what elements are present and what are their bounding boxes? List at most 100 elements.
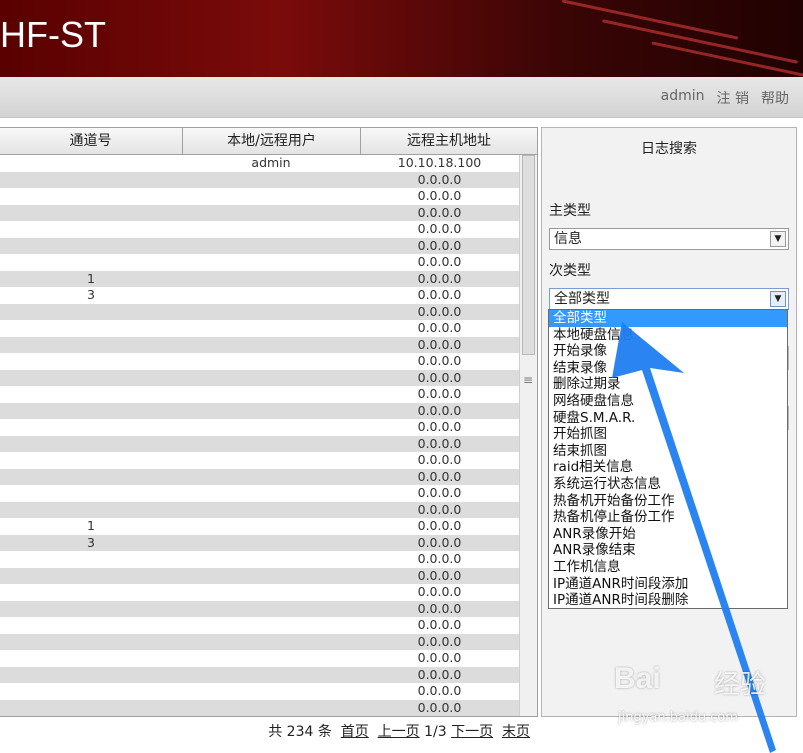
table-row[interactable]: 0.0.0.0 bbox=[0, 303, 519, 320]
table-row[interactable]: 0.0.0.0 bbox=[0, 254, 519, 271]
table-row[interactable]: 0.0.0.0 bbox=[0, 584, 519, 601]
cell-address: 0.0.0.0 bbox=[417, 237, 462, 253]
dropdown-option[interactable]: 网络硬盘信息 bbox=[549, 393, 787, 410]
watermark: Bai 经验 jingyan.baidu.com bbox=[614, 658, 794, 744]
cell-address: 0.0.0.0 bbox=[417, 501, 462, 517]
watermark-brand: Bai bbox=[614, 662, 661, 695]
cell-address: 0.0.0.0 bbox=[417, 320, 462, 335]
table-row[interactable]: 0.0.0.0 bbox=[0, 567, 519, 584]
table-row[interactable]: admin 10.10.18.100 bbox=[0, 155, 519, 172]
dropdown-option[interactable]: 热备机停止备份工作 bbox=[549, 509, 787, 526]
dropdown-option[interactable]: 删除过期录 bbox=[549, 376, 787, 393]
main-type-label: 主类型 bbox=[549, 203, 591, 219]
table-row[interactable]: 0.0.0.0 bbox=[0, 336, 519, 353]
last-page-link[interactable]: 末页 bbox=[502, 724, 530, 740]
cell-address: 0.0.0.0 bbox=[417, 633, 462, 649]
first-page-link[interactable]: 首页 bbox=[341, 724, 369, 740]
cell-channel: 3 bbox=[87, 287, 95, 302]
scrollbar-thumb[interactable] bbox=[522, 155, 535, 355]
table-row[interactable]: 3 0.0.0.0 bbox=[0, 287, 519, 304]
table-row[interactable]: 0.0.0.0 bbox=[0, 650, 519, 667]
top-nav-bar: admin 注 销 帮助 bbox=[0, 77, 803, 118]
table-row[interactable]: 0.0.0.0 bbox=[0, 666, 519, 683]
dropdown-option[interactable]: IP通道ANR时间段添加 bbox=[549, 576, 787, 593]
cell-address: 0.0.0.0 bbox=[417, 485, 462, 500]
current-user: admin bbox=[660, 88, 705, 104]
table-row[interactable]: 0.0.0.0 bbox=[0, 435, 519, 452]
pagination: 共 234 条 首页 上一页 1/3 下一页 末页 bbox=[0, 721, 538, 743]
cell-address: 10.10.18.100 bbox=[397, 155, 482, 170]
table-row[interactable]: 0.0.0.0 bbox=[0, 633, 519, 650]
table-row[interactable]: 0.0.0.0 bbox=[0, 501, 519, 518]
cell-address: 0.0.0.0 bbox=[417, 468, 462, 484]
table-row[interactable]: 0.0.0.0 bbox=[0, 369, 519, 386]
cell-address: 0.0.0.0 bbox=[417, 699, 462, 715]
dropdown-option[interactable]: IP通道ANR时间段删除 bbox=[549, 592, 787, 609]
table-row[interactable]: 0.0.0.0 bbox=[0, 204, 519, 221]
table-row[interactable]: 0.0.0.0 bbox=[0, 386, 519, 403]
cell-address: 0.0.0.0 bbox=[417, 551, 462, 566]
cell-address: 0.0.0.0 bbox=[417, 567, 462, 583]
column-header-user: 本地/远程用户 bbox=[182, 128, 360, 154]
cell-address: 0.0.0.0 bbox=[417, 221, 462, 236]
table-row[interactable]: 0.0.0.0 bbox=[0, 188, 519, 205]
table-row[interactable]: 0.0.0.0 bbox=[0, 551, 519, 568]
chevron-down-icon[interactable]: ▼ bbox=[770, 231, 786, 247]
chevron-down-icon[interactable]: ▼ bbox=[770, 291, 786, 307]
cell-address: 0.0.0.0 bbox=[417, 254, 462, 269]
table-header: 通道号 本地/远程用户 远程主机地址 bbox=[0, 128, 537, 155]
table-row[interactable]: 0.0.0.0 bbox=[0, 699, 519, 716]
cell-address: 0.0.0.0 bbox=[417, 402, 462, 418]
cell-address: 0.0.0.0 bbox=[417, 303, 462, 319]
table-row[interactable]: 0.0.0.0 bbox=[0, 683, 519, 700]
table-row[interactable]: 0.0.0.0 bbox=[0, 485, 519, 502]
dropdown-option[interactable]: 热备机开始备份工作 bbox=[549, 493, 787, 510]
cell-address: 0.0.0.0 bbox=[417, 435, 462, 451]
table-row[interactable]: 0.0.0.0 bbox=[0, 419, 519, 436]
help-link[interactable]: 帮助 bbox=[761, 88, 789, 108]
table-row[interactable]: 3 0.0.0.0 bbox=[0, 534, 519, 551]
table-row[interactable]: 0.0.0.0 bbox=[0, 452, 519, 469]
prev-page-link[interactable]: 上一页 bbox=[378, 724, 420, 740]
dropdown-option[interactable]: 开始抓图 bbox=[549, 426, 787, 443]
table-row[interactable]: 0.0.0.0 bbox=[0, 221, 519, 238]
table-row[interactable]: 0.0.0.0 bbox=[0, 402, 519, 419]
next-page-link[interactable]: 下一页 bbox=[451, 724, 493, 740]
cell-address: 0.0.0.0 bbox=[417, 534, 462, 550]
cell-address: 0.0.0.0 bbox=[417, 204, 462, 220]
table-row[interactable]: 0.0.0.0 bbox=[0, 320, 519, 337]
cell-channel: 1 bbox=[87, 518, 95, 533]
dropdown-option[interactable]: 全部类型 bbox=[549, 310, 787, 327]
table-row[interactable]: 0.0.0.0 bbox=[0, 171, 519, 188]
watermark-text: 经验 bbox=[714, 670, 767, 700]
table-row[interactable]: 1 0.0.0.0 bbox=[0, 270, 519, 287]
table-row[interactable]: 0.0.0.0 bbox=[0, 617, 519, 634]
sub-type-select[interactable]: 全部类型 ▼ bbox=[549, 288, 789, 310]
dropdown-option[interactable]: raid相关信息 bbox=[549, 459, 787, 476]
sub-type-dropdown-list[interactable]: 全部类型 本地硬盘信息 开始录像 结束录像 删除过期录 网络硬盘信息 硬盘S.M.A.R. 开… bbox=[548, 309, 788, 609]
log-table: 通道号 本地/远程用户 远程主机地址 admin 10.10.18.100 0.0.… bbox=[0, 127, 538, 717]
banner-decoration bbox=[561, 0, 739, 40]
page-indicator: 1/3 bbox=[424, 724, 447, 740]
table-row[interactable]: 0.0.0.0 bbox=[0, 237, 519, 254]
dropdown-option[interactable]: 本地硬盘信息 bbox=[549, 327, 787, 344]
dropdown-option[interactable]: ANR录像结束 bbox=[549, 542, 787, 559]
table-row[interactable]: 0.0.0.0 bbox=[0, 468, 519, 485]
dropdown-option[interactable]: ANR录像开始 bbox=[549, 526, 787, 543]
dropdown-option[interactable]: 结束录像 bbox=[549, 360, 787, 377]
table-scrollbar[interactable] bbox=[519, 155, 537, 716]
table-row[interactable]: 0.0.0.0 bbox=[0, 600, 519, 617]
main-type-select[interactable]: 信息 ▼ bbox=[549, 228, 789, 250]
table-row[interactable]: 1 0.0.0.0 bbox=[0, 518, 519, 535]
cell-address: 0.0.0.0 bbox=[417, 452, 462, 467]
dropdown-option[interactable]: 工作机信息 bbox=[549, 559, 787, 576]
dropdown-option[interactable]: 开始录像 bbox=[549, 343, 787, 360]
table-row[interactable]: 0.0.0.0 bbox=[0, 353, 519, 370]
column-header-address: 远程主机地址 bbox=[360, 128, 537, 154]
cell-address: 0.0.0.0 bbox=[417, 683, 462, 698]
dropdown-option[interactable]: 系统运行状态信息 bbox=[549, 476, 787, 493]
banner-decoration bbox=[601, 19, 799, 64]
dropdown-option[interactable]: 结束抓图 bbox=[549, 443, 787, 460]
dropdown-option[interactable]: 硬盘S.M.A.R. bbox=[549, 410, 787, 427]
logout-link[interactable]: 注 销 bbox=[717, 88, 749, 108]
